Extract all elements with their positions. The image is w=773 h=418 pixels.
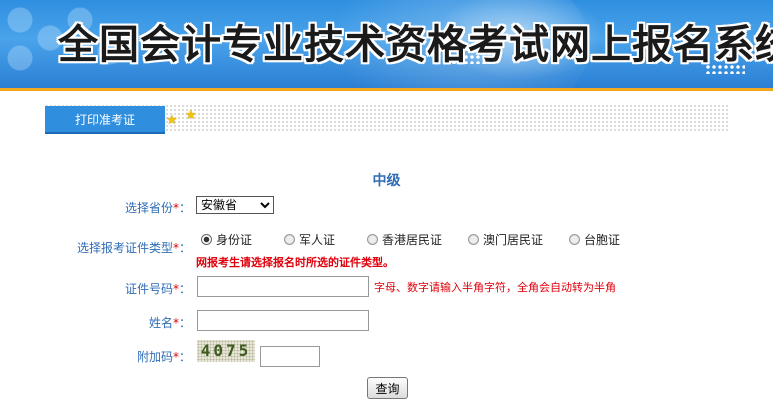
label-colon: ：	[178, 282, 191, 296]
province-label: 选择省份*：	[125, 199, 191, 216]
tab-print-admission-ticket[interactable]: 打印准考证	[45, 106, 165, 134]
exam-level-label: 中级	[372, 173, 401, 189]
id-type-label: 选择报考证件类型*：	[77, 239, 191, 256]
radio-unselected-icon[interactable]	[468, 234, 479, 245]
radio-military-id[interactable]: 军人证	[284, 231, 335, 248]
radio-taiwan-compatriot-id[interactable]: 台胞证	[569, 231, 620, 248]
name-input[interactable]	[197, 310, 369, 331]
radio-hong-kong-resident-id[interactable]: 香港居民证	[367, 231, 442, 248]
id-number-input[interactable]	[197, 276, 369, 297]
system-title: 全国会计专业技术资格考试网上报名系统	[58, 21, 773, 68]
id-number-hint: 字母、数字请输入半角字符，全角会自动转为半角	[374, 281, 616, 294]
radio-label: 香港居民证	[382, 233, 443, 247]
label-colon: ：	[178, 241, 191, 255]
radio-macau-resident-id[interactable]: 澳门居民证	[468, 231, 543, 248]
radio-unselected-icon[interactable]	[367, 234, 378, 245]
label-colon: ：	[178, 201, 191, 215]
radio-label: 澳门居民证	[483, 233, 544, 247]
query-button[interactable]: 查询	[367, 377, 408, 399]
radio-selected-icon[interactable]	[201, 234, 212, 245]
id-type-label-text: 选择报考证件类型	[76, 241, 173, 255]
id-type-warning: 网报考生请选择报名时所选的证件类型。	[196, 256, 394, 269]
id-number-label-text: 证件号码	[124, 282, 173, 296]
star-icon: ★	[166, 113, 178, 128]
captcha-label: 附加码*：	[137, 348, 191, 365]
province-select[interactable]: 安徽省	[196, 196, 274, 214]
name-label: 姓名*：	[149, 314, 191, 331]
captcha-label-text: 附加码	[136, 350, 173, 364]
radio-unselected-icon[interactable]	[284, 234, 295, 245]
banner-divider	[0, 88, 773, 91]
name-label-text: 姓名	[148, 316, 173, 330]
radio-label: 身份证	[216, 233, 253, 247]
captcha-input[interactable]	[260, 346, 320, 367]
province-label-text: 选择省份	[124, 201, 173, 215]
radio-unselected-icon[interactable]	[569, 234, 580, 245]
exam-level-title: 中级	[0, 170, 773, 190]
captcha-image[interactable]: 4075	[197, 340, 255, 362]
radio-id-card[interactable]: 身份证	[201, 231, 252, 248]
header-banner: 全国会计专业技术资格考试网上报名系统	[0, 0, 773, 88]
star-icon: ★	[185, 108, 197, 123]
label-colon: ：	[178, 350, 191, 364]
label-colon: ：	[178, 316, 191, 330]
id-number-label: 证件号码*：	[125, 280, 191, 297]
radio-label: 军人证	[299, 233, 336, 247]
radio-label: 台胞证	[584, 233, 621, 247]
